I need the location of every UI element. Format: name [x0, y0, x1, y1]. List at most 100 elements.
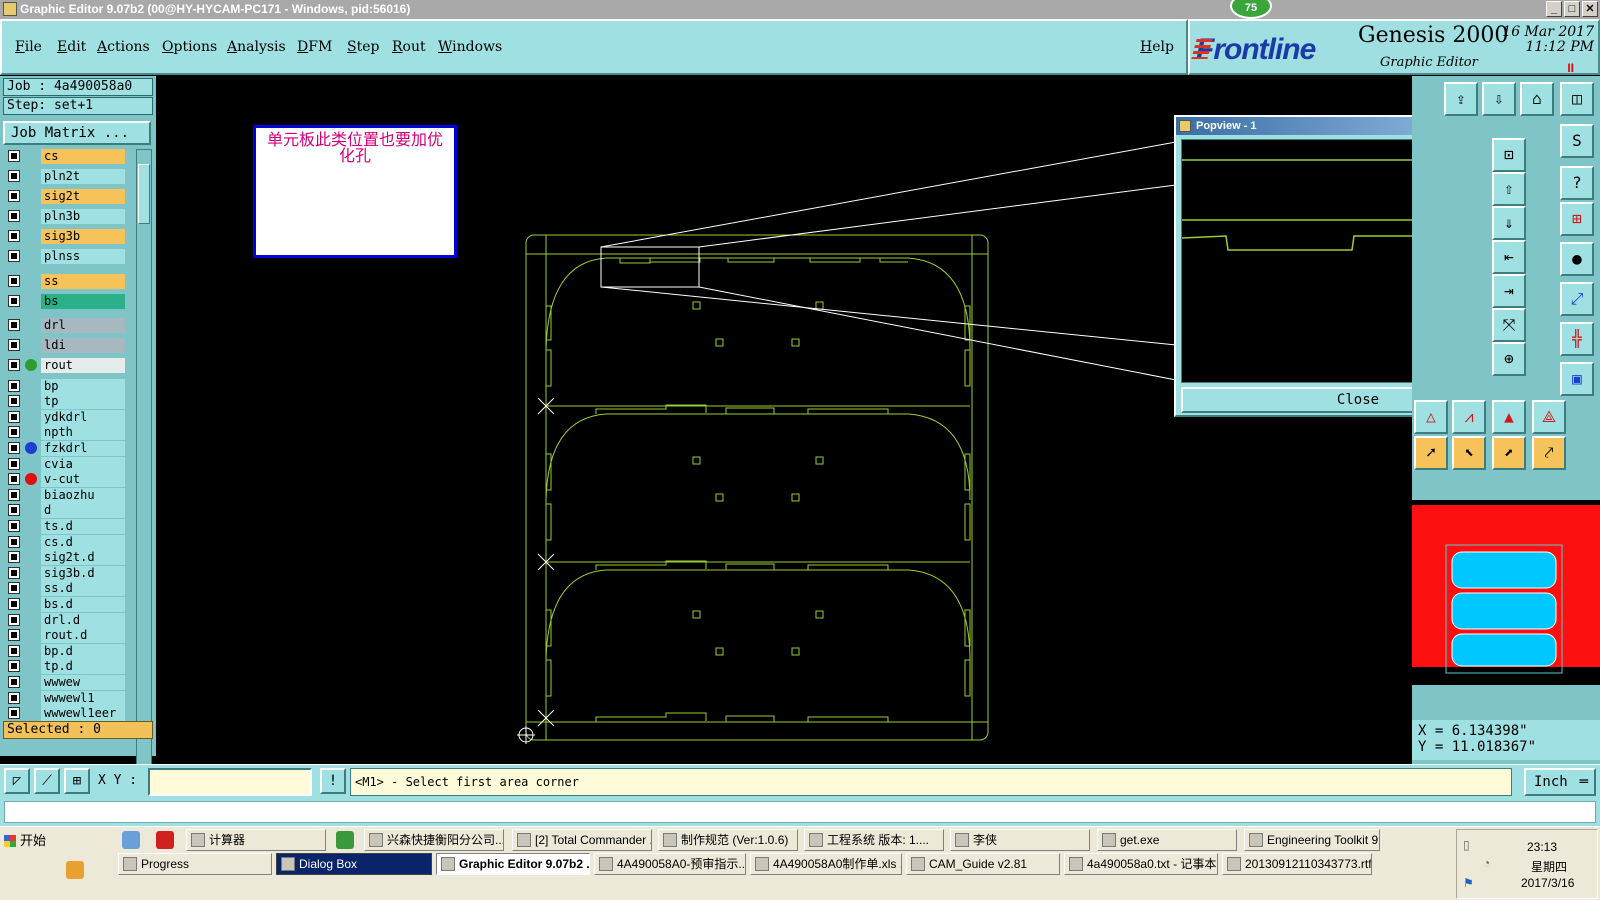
layer-row[interactable]: pln2t [4, 169, 126, 184]
layer-row[interactable]: rout [4, 358, 126, 373]
taskbar-item[interactable]: Graphic Editor 9.07b2 ... [436, 853, 590, 875]
layer-row[interactable]: sig3b [4, 229, 126, 244]
overview-map[interactable] [1412, 500, 1600, 685]
layer-row[interactable]: v-cut [4, 472, 126, 488]
layer-checkbox[interactable] [8, 295, 20, 307]
maximize-button[interactable]: □ [1564, 1, 1580, 17]
info-icon[interactable]: ! [320, 768, 346, 794]
measure-1-icon[interactable]: △ [1414, 400, 1448, 434]
layer-checkbox[interactable] [8, 210, 20, 222]
layer-checkbox[interactable] [8, 613, 20, 626]
layout-icon[interactable]: ◫ [1560, 82, 1594, 116]
layer-row[interactable]: d [4, 503, 126, 519]
layer-name[interactable]: fzkdrl [41, 441, 125, 456]
select-pointer-icon[interactable]: ➚ [1414, 436, 1448, 470]
layer-row[interactable]: rout.d [4, 628, 126, 644]
layer-name[interactable]: cs.d [41, 534, 125, 550]
layer-row[interactable]: cvia [4, 456, 126, 472]
menu-dfm[interactable]: DFM [297, 39, 332, 55]
s-tool-icon[interactable]: S [1560, 124, 1594, 158]
layer-affected-indicator[interactable] [25, 359, 37, 371]
layer-checkbox[interactable] [8, 551, 20, 564]
layer-checkbox[interactable] [8, 504, 20, 517]
select-net-icon[interactable]: ⤤ [1532, 436, 1566, 470]
layer-checkbox[interactable] [8, 250, 20, 262]
select-polygon-icon[interactable]: ⬈ [1492, 436, 1526, 470]
route-icon[interactable]: ⤢ [1560, 282, 1594, 316]
layer-name[interactable]: tp [41, 394, 125, 410]
layer-row[interactable]: sig2t.d [4, 550, 126, 566]
layer-checkbox[interactable] [8, 379, 20, 392]
layer-name[interactable]: d [41, 503, 125, 519]
import-icon[interactable]: ⇩ [1482, 82, 1516, 116]
taskbar-item[interactable]: 兴森快捷衡阳分公司... [364, 829, 504, 851]
taskbar-item[interactable]: Progress [118, 853, 272, 875]
xy-input[interactable] [148, 768, 312, 796]
layer-checkbox[interactable] [8, 170, 20, 182]
layer-row[interactable]: pln3b [4, 209, 126, 224]
layer-name[interactable]: ss.d [41, 581, 125, 597]
layer-affected-indicator[interactable] [25, 442, 37, 454]
menu-edit[interactable]: Edit [57, 39, 86, 55]
pause-icon[interactable]: II [1567, 61, 1574, 75]
layer-checkbox[interactable] [8, 426, 20, 439]
layer-name[interactable]: rout.d [41, 628, 125, 644]
fit-icon[interactable]: ⤧ [1492, 308, 1526, 342]
input-method-icon[interactable]: ⚑ [1463, 876, 1474, 890]
frame-icon[interactable]: ╬ [1560, 322, 1594, 356]
start-button[interactable]: 开始 [2, 830, 52, 852]
measure-3-icon[interactable]: ▲ [1492, 400, 1526, 434]
pdf-icon[interactable] [156, 831, 174, 849]
taskbar-item[interactable]: get.exe [1097, 829, 1237, 851]
taskbar-item[interactable]: 20130912110343773.rtf... [1222, 853, 1372, 875]
taskbar-item[interactable]: CAM_Guide v2.81 [906, 853, 1060, 875]
layer-row[interactable]: wwwewl1eer [4, 706, 126, 722]
layer-checkbox[interactable] [8, 457, 20, 470]
layer-checkbox[interactable] [8, 535, 20, 548]
menu-rout[interactable]: Rout [392, 39, 426, 55]
layer-name[interactable]: bs [41, 294, 125, 309]
layer-row[interactable]: fzkdrl [4, 441, 126, 456]
taskbar-item[interactable]: [2] Total Commander ... [512, 829, 652, 851]
unit-selector[interactable]: Inch ═ [1524, 768, 1596, 796]
layer-checkbox[interactable] [8, 275, 20, 287]
close-window-button[interactable]: ✕ [1582, 1, 1598, 17]
shapes-icon[interactable]: ▣ [1560, 362, 1594, 396]
layer-row[interactable]: cs [4, 149, 126, 164]
ruler-icon[interactable]: ⟋ [34, 768, 60, 794]
layer-name[interactable]: pln2t [41, 169, 125, 184]
layer-affected-indicator[interactable] [25, 473, 37, 486]
upload-icon[interactable]: ⇧ [1492, 172, 1526, 206]
layer-checkbox[interactable] [8, 190, 20, 202]
home-icon[interactable]: ⌂ [1520, 82, 1554, 116]
menu-analysis[interactable]: Analysis [227, 39, 286, 55]
layer-name[interactable]: plnss [41, 249, 125, 264]
layer-checkbox[interactable] [8, 230, 20, 242]
help-icon[interactable]: ? [1560, 166, 1594, 200]
layer-row[interactable]: wwwew [4, 675, 126, 690]
quicklaunch-1-icon[interactable] [122, 831, 140, 849]
layer-row[interactable]: plnss [4, 249, 126, 264]
snap-icon[interactable]: ◸ [4, 768, 30, 794]
menu-windows[interactable]: Windows [438, 39, 502, 55]
layer-checkbox[interactable] [8, 691, 20, 704]
layer-name[interactable]: sig3b.d [41, 565, 125, 581]
layer-row[interactable]: biaozhu [4, 487, 126, 503]
layer-checkbox[interactable] [8, 644, 20, 657]
move-left-icon[interactable]: ⇤ [1492, 240, 1526, 274]
layer-row[interactable]: npth [4, 425, 126, 441]
volume-icon[interactable]: ◔ [1483, 856, 1490, 870]
pad-icon[interactable]: ● [1560, 242, 1594, 276]
layer-name[interactable]: bp.d [41, 643, 125, 659]
layer-row[interactable]: cs.d [4, 534, 126, 550]
taskbar-item[interactable]: 4a490058a0.txt - 记事本 [1064, 853, 1218, 875]
layer-row[interactable]: ts.d [4, 519, 126, 534]
menu-actions[interactable]: Actions [97, 39, 150, 55]
layer-name[interactable]: sig2t [41, 189, 125, 204]
layer-name[interactable]: tp.d [41, 659, 125, 675]
taskbar-item[interactable]: Dialog Box [276, 853, 432, 875]
component-icon[interactable]: ⊞ [1560, 202, 1594, 236]
menu-file[interactable]: File [15, 39, 42, 55]
layer-checkbox[interactable] [8, 442, 20, 454]
layer-name[interactable]: ldi [41, 338, 125, 353]
